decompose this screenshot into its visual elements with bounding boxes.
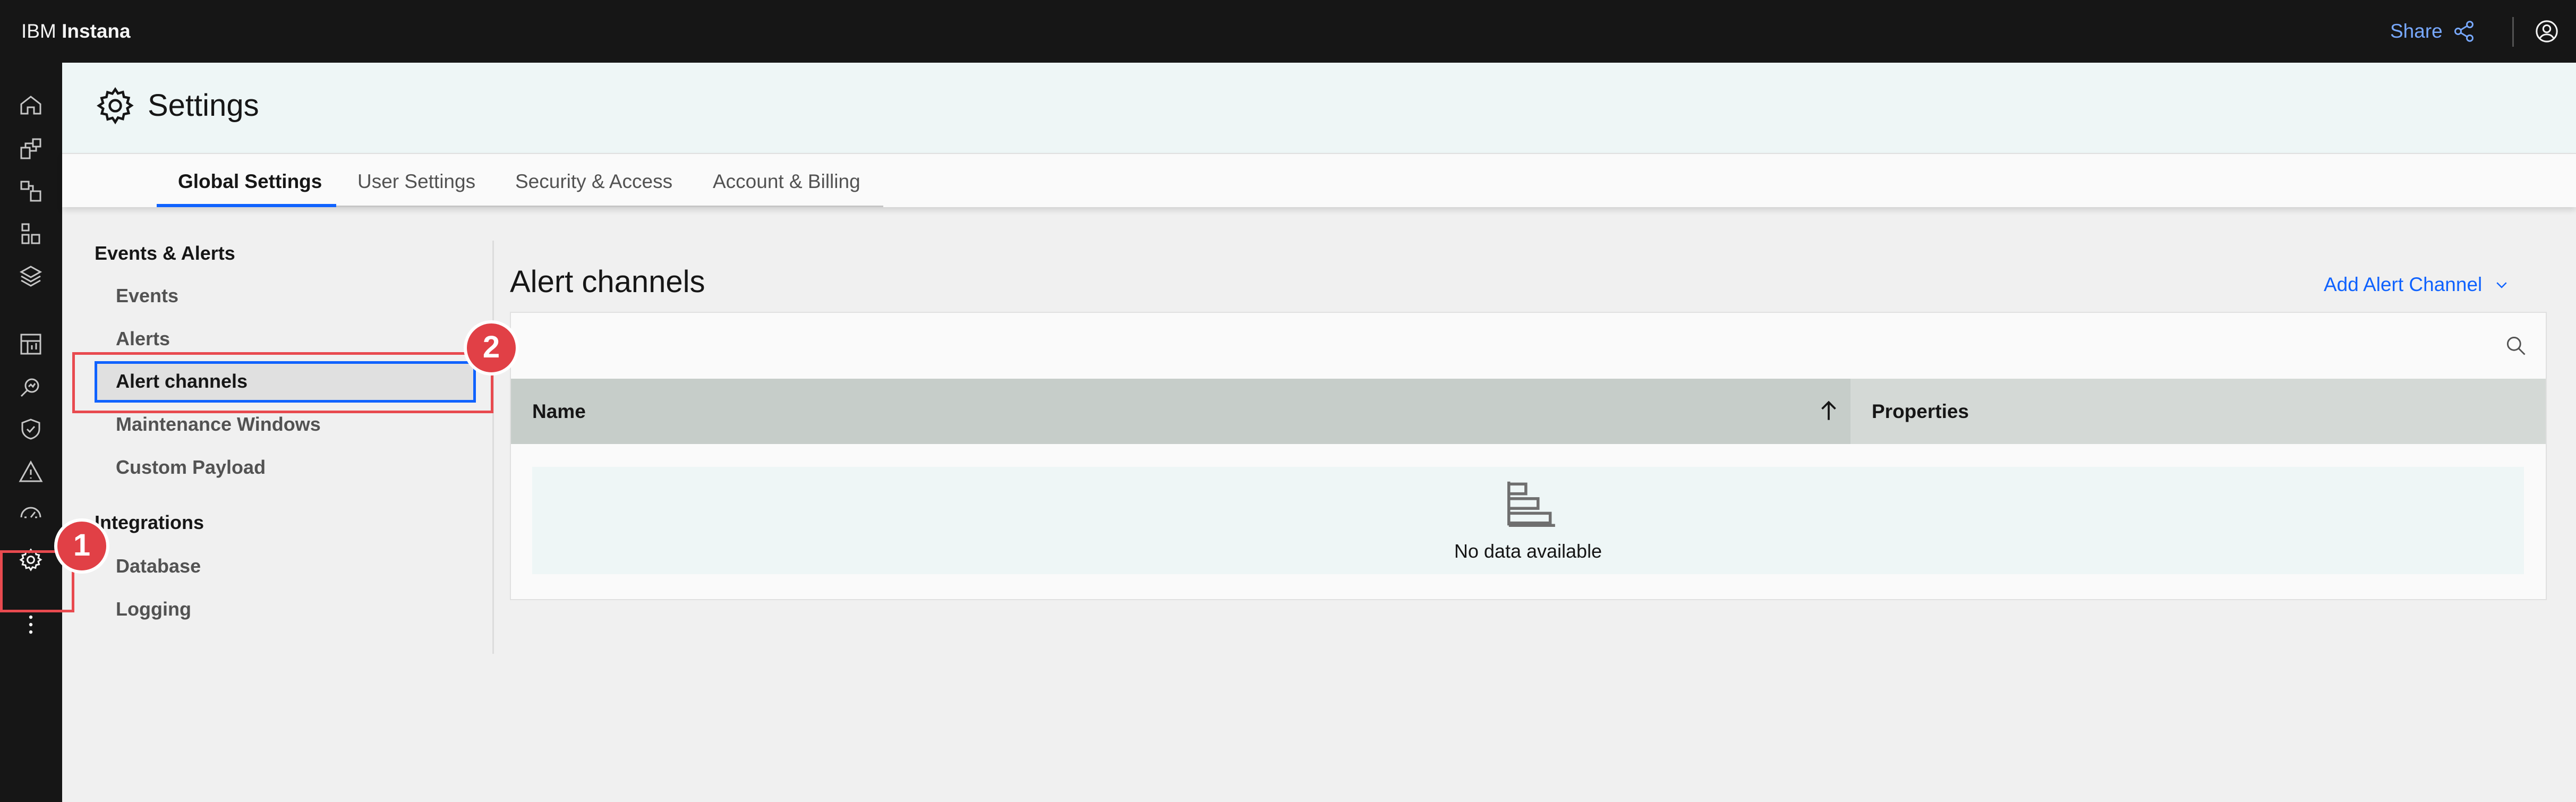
share-button[interactable]: Share xyxy=(2390,0,2476,63)
table-header-row: Name Properties xyxy=(511,379,2546,444)
annotation-box-2 xyxy=(72,352,493,413)
share-icon xyxy=(2454,21,2473,42)
app-brand[interactable]: IBM Instana xyxy=(21,0,131,63)
nav-divider xyxy=(492,241,494,654)
more-overflow-icon[interactable] xyxy=(18,612,44,637)
chevron-down-icon xyxy=(2496,282,2507,288)
alert-channels-table: Name Properties No data available xyxy=(510,312,2547,600)
nav-item-alerts[interactable]: Alerts xyxy=(116,328,170,350)
brand-prefix: IBM xyxy=(21,20,56,42)
annotation-badge-1: 1 xyxy=(54,518,109,574)
infrastructure-icon[interactable] xyxy=(18,178,44,204)
tab-user-settings[interactable]: User Settings xyxy=(336,154,497,207)
page-title: Settings xyxy=(148,88,259,123)
add-alert-channel-button[interactable]: Add Alert Channel xyxy=(2324,274,2510,296)
synthetic-monitoring-icon[interactable] xyxy=(18,500,44,526)
brand-name: Instana xyxy=(62,20,131,42)
sort-ascending-icon[interactable] xyxy=(1815,398,1842,424)
annotation-badge-2: 2 xyxy=(464,320,519,376)
top-header: IBM Instana Share xyxy=(0,0,2576,63)
table-toolbar xyxy=(511,313,2546,379)
add-alert-channel-label: Add Alert Channel xyxy=(2324,274,2483,295)
nav-item-logging[interactable]: Logging xyxy=(116,598,191,620)
stack-layers-icon[interactable] xyxy=(18,263,44,289)
analytics-icon[interactable] xyxy=(18,374,44,399)
column-header-name[interactable]: Name xyxy=(532,379,586,444)
settings-tabs: Global Settings User Settings Security &… xyxy=(62,153,2576,207)
tab-baseline xyxy=(336,206,883,207)
platforms-icon[interactable] xyxy=(18,221,44,246)
security-shield-icon[interactable] xyxy=(18,416,44,442)
active-tab-indicator xyxy=(157,204,336,207)
empty-state-text: No data available xyxy=(1454,540,1602,562)
nav-item-database[interactable]: Database xyxy=(116,555,201,577)
section-title: Alert channels xyxy=(510,265,705,299)
search-icon[interactable] xyxy=(2504,334,2528,357)
tab-account-billing[interactable]: Account & Billing xyxy=(692,154,882,207)
settings-header xyxy=(62,63,2576,153)
column-header-properties[interactable]: Properties xyxy=(1872,379,1969,444)
nav-item-maintenance-windows[interactable]: Maintenance Windows xyxy=(116,413,321,436)
home-icon[interactable] xyxy=(18,92,44,118)
empty-state: No data available xyxy=(532,467,2524,574)
nav-item-custom-payload[interactable]: Custom Payload xyxy=(116,456,266,479)
nav-group-integrations: Integrations xyxy=(95,511,204,533)
empty-chart-icon xyxy=(1507,481,1555,527)
left-nav-rail xyxy=(0,63,62,802)
user-profile-icon[interactable] xyxy=(2535,19,2559,44)
tab-global-settings[interactable]: Global Settings xyxy=(157,154,343,207)
dashboards-icon[interactable] xyxy=(18,331,44,357)
nav-item-events[interactable]: Events xyxy=(116,285,178,307)
application-icon[interactable] xyxy=(18,136,44,161)
share-label: Share xyxy=(2390,20,2443,42)
settings-gear-icon xyxy=(97,87,134,125)
header-divider xyxy=(2512,17,2514,47)
tab-security-access[interactable]: Security & Access xyxy=(494,154,694,207)
nav-group-events-alerts: Events & Alerts xyxy=(95,242,235,264)
alert-warning-icon[interactable] xyxy=(18,459,44,484)
